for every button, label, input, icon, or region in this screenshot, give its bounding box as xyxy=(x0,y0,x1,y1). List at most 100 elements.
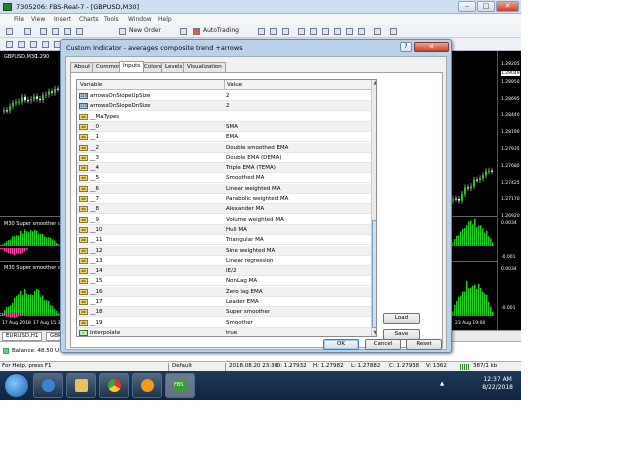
terminal-icon[interactable] xyxy=(64,28,71,35)
scroll-down-icon[interactable]: ▼ xyxy=(372,330,376,336)
autoscroll-icon[interactable] xyxy=(346,28,353,35)
input-value[interactable]: Linear regression xyxy=(226,258,274,264)
taskbar-clock[interactable]: 12:37 AM 8/22/2018 xyxy=(482,376,513,392)
maximize-button[interactable]: □ xyxy=(477,1,495,12)
menu-help[interactable]: Help xyxy=(158,16,172,23)
input-value[interactable]: 2 xyxy=(226,93,230,99)
input-row[interactable]: ✓ Interpolate true xyxy=(77,327,371,336)
indicators-icon[interactable] xyxy=(358,28,365,35)
input-row[interactable]: ab __3 Double EMA (DEMA) xyxy=(77,153,371,163)
input-row[interactable]: ab __13 Linear regression xyxy=(77,256,371,266)
input-row[interactable]: ab __2 Double smoothed EMA xyxy=(77,142,371,153)
templates-icon[interactable] xyxy=(390,28,397,35)
cursor-icon[interactable] xyxy=(6,41,13,48)
column-header-variable[interactable]: Variable xyxy=(80,82,102,88)
crosshair-icon[interactable] xyxy=(18,41,25,48)
input-row[interactable]: ab __14 IE/2 xyxy=(77,266,371,277)
input-value[interactable]: Super smoother xyxy=(226,309,270,315)
dialog-help-button[interactable]: ? xyxy=(400,42,412,52)
menu-file[interactable]: File xyxy=(14,16,24,23)
input-row[interactable]: ab __11 Triangular MA xyxy=(77,235,371,246)
input-row[interactable]: ab __18 Super smoother xyxy=(77,307,371,318)
tab-inputs[interactable]: Inputs xyxy=(119,61,145,72)
input-value[interactable]: Smoothed MA xyxy=(226,175,264,181)
input-value[interactable]: true xyxy=(226,330,237,336)
menu-insert[interactable]: Insert xyxy=(54,16,71,23)
tab-visualization[interactable]: Visualization xyxy=(183,62,226,72)
input-row[interactable]: ab __10 Hull MA xyxy=(77,224,371,235)
menu-tools[interactable]: Tools xyxy=(104,16,119,23)
input-value[interactable]: Linear weighted MA xyxy=(226,186,281,192)
autotrading-button[interactable]: AutoTrading xyxy=(203,27,239,36)
input-value[interactable]: Sine weighted MA xyxy=(226,248,275,254)
input-value[interactable]: EMA xyxy=(226,134,238,140)
menu-window[interactable]: Window xyxy=(128,16,152,23)
dialog-close-button[interactable]: ✕ xyxy=(414,42,449,52)
input-row[interactable]: ab __15 NonLag MA xyxy=(77,276,371,287)
zoom-in-icon[interactable] xyxy=(298,28,305,35)
navigator-icon[interactable] xyxy=(52,28,59,35)
taskbar-fbs[interactable]: FBS xyxy=(165,373,195,398)
market-watch-icon[interactable] xyxy=(40,28,47,35)
input-row[interactable]: ab __12 Sine weighted MA xyxy=(77,245,371,256)
line-chart-icon[interactable] xyxy=(282,28,289,35)
input-row[interactable]: ab __17 Leader EMA xyxy=(77,297,371,307)
new-order-icon[interactable] xyxy=(119,28,126,35)
input-row[interactable]: ab __5 Smoothed MA xyxy=(77,173,371,184)
column-header-value[interactable]: Value xyxy=(227,82,242,88)
menu-view[interactable]: View xyxy=(31,16,45,23)
input-value[interactable]: Smoother xyxy=(226,320,253,326)
input-value[interactable]: Alexander MA xyxy=(226,206,264,212)
input-row[interactable]: 123 arrowsOnSlopeUpSize 2 xyxy=(77,91,371,101)
scroll-up-icon[interactable]: ▲ xyxy=(372,80,376,87)
input-row[interactable]: ab __7 Parabolic weighted MA xyxy=(77,194,371,204)
input-value[interactable]: Volume weighted MA xyxy=(226,217,284,223)
input-value[interactable]: Zero lag EMA xyxy=(226,289,263,295)
input-value[interactable]: NonLag MA xyxy=(226,278,257,284)
start-button[interactable] xyxy=(4,373,29,398)
load-button[interactable]: Load xyxy=(383,313,420,324)
metaeditor-icon[interactable] xyxy=(180,28,187,35)
input-row[interactable]: ab __16 Zero lag EMA xyxy=(77,286,371,297)
input-row[interactable]: ab __1 EMA xyxy=(77,132,371,143)
input-value[interactable]: Leader EMA xyxy=(226,299,259,305)
close-button[interactable]: ✕ xyxy=(496,1,519,12)
input-row[interactable]: ab __0 SMA xyxy=(77,121,371,132)
cancel-button[interactable]: Cancel xyxy=(365,339,401,350)
periods-icon[interactable] xyxy=(374,28,381,35)
input-row[interactable]: ab __9 Volume weighted MA xyxy=(77,215,371,225)
tab-about[interactable]: About xyxy=(70,62,95,72)
input-value[interactable]: Parabolic weighted MA xyxy=(226,196,288,202)
reset-button[interactable]: Reset xyxy=(406,339,442,350)
ok-button[interactable]: OK xyxy=(323,339,359,350)
new-order-button[interactable]: New Order xyxy=(129,27,161,36)
input-value[interactable]: IE/2 xyxy=(226,268,236,274)
input-row[interactable]: ab __8 Alexander MA xyxy=(77,204,371,215)
zoom-out-icon[interactable] xyxy=(310,28,317,35)
input-value[interactable]: Hull MA xyxy=(226,227,247,233)
grid-scrollbar[interactable]: ▲ ▼ xyxy=(371,80,376,336)
taskbar-mediaplayer[interactable] xyxy=(132,373,162,398)
input-row[interactable]: ab __MaTypes xyxy=(77,112,371,122)
chart-shift-icon[interactable] xyxy=(334,28,341,35)
tile-windows-icon[interactable] xyxy=(322,28,329,35)
taskbar-files[interactable] xyxy=(66,373,96,398)
bar-chart-icon[interactable] xyxy=(258,28,265,35)
tray-flag-icon[interactable]: ▲ xyxy=(440,381,444,387)
input-row[interactable]: ab __19 Smoother xyxy=(77,318,371,328)
new-chart-icon[interactable] xyxy=(6,28,13,35)
input-row[interactable]: 123 arrowsOnSlopeDnSize 2 xyxy=(77,101,371,112)
input-value[interactable]: Double smoothed EMA xyxy=(226,145,288,151)
candlestick-icon[interactable] xyxy=(270,28,277,35)
input-row[interactable]: ab __6 Linear weighted MA xyxy=(77,183,371,194)
input-value[interactable]: 2 xyxy=(226,103,230,109)
taskbar-chrome[interactable] xyxy=(99,373,129,398)
taskbar-explorer[interactable] xyxy=(33,373,63,398)
vertical-line-icon[interactable] xyxy=(30,41,37,48)
input-row[interactable]: ab __4 Triple EMA (TEMA) xyxy=(77,163,371,174)
scroll-thumb[interactable] xyxy=(372,220,376,328)
horizontal-line-icon[interactable] xyxy=(42,41,49,48)
autotrading-icon[interactable] xyxy=(193,28,200,35)
minimize-button[interactable]: – xyxy=(458,1,476,12)
profiles-icon[interactable] xyxy=(24,28,31,35)
